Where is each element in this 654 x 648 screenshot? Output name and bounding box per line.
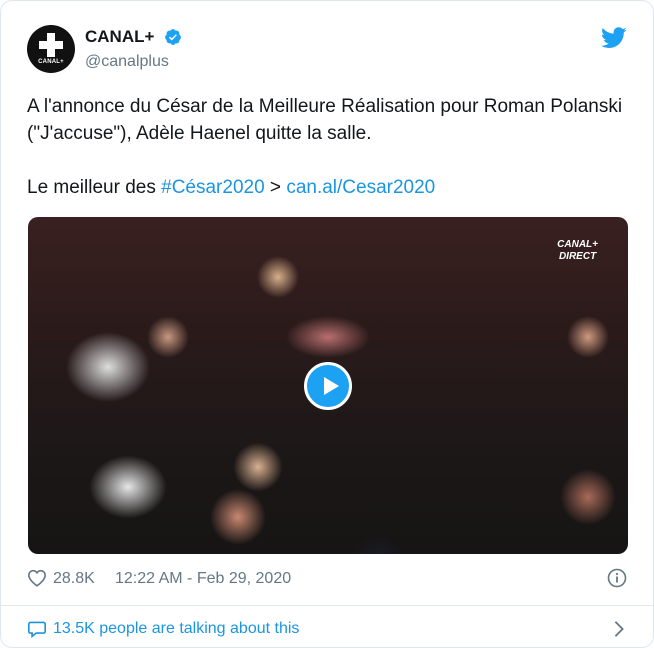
play-icon bbox=[324, 377, 339, 395]
video-player[interactable]: CANAL+ DIRECT bbox=[28, 217, 628, 554]
verified-badge-icon bbox=[165, 29, 181, 45]
heart-icon[interactable] bbox=[27, 569, 47, 587]
avatar[interactable]: CANAL+ bbox=[27, 25, 75, 73]
talking-count[interactable]: 13.5K people are talking about this bbox=[53, 620, 299, 638]
tweet-text: A l'annonce du César de la Meilleure Réa… bbox=[27, 96, 623, 144]
avatar-label: CANAL+ bbox=[38, 59, 64, 65]
canal-plus-logo-bar bbox=[39, 41, 63, 49]
like-count[interactable]: 28.8K bbox=[53, 570, 95, 588]
twitter-bird-icon[interactable] bbox=[601, 27, 627, 49]
tweet-body: A l'annonce du César de la Meilleure Réa… bbox=[27, 93, 627, 201]
chevron-right-icon[interactable] bbox=[613, 620, 625, 638]
timestamp-link[interactable]: 12:22 AM - Feb 29, 2020 bbox=[115, 570, 291, 588]
tweet-text-prefix: Le meilleur des bbox=[27, 177, 162, 198]
info-icon[interactable] bbox=[607, 568, 627, 588]
divider bbox=[1, 605, 653, 606]
channel-watermark: CANAL+ DIRECT bbox=[557, 239, 598, 263]
comment-bubble-icon bbox=[27, 621, 46, 638]
hashtag-link[interactable]: #César2020 bbox=[161, 177, 265, 198]
conversation-link[interactable]: 13.5K people are talking about this bbox=[27, 617, 627, 641]
tweet-meta: 28.8K 12:22 AM - Feb 29, 2020 bbox=[27, 567, 627, 591]
tweet-card: CANAL+ CANAL+ @canalplus A l'annonce du … bbox=[0, 0, 654, 648]
display-name[interactable]: CANAL+ bbox=[85, 27, 154, 47]
tweet-header: CANAL+ CANAL+ @canalplus bbox=[27, 25, 627, 77]
play-button[interactable] bbox=[304, 362, 352, 410]
handle[interactable]: @canalplus bbox=[85, 53, 182, 71]
watermark-line1: CANAL+ bbox=[557, 239, 598, 250]
url-link[interactable]: can.al/Cesar2020 bbox=[286, 177, 435, 198]
watermark-line2: DIRECT bbox=[558, 251, 597, 262]
arrow-text: > bbox=[264, 177, 287, 198]
author-names: CANAL+ @canalplus bbox=[85, 27, 182, 71]
tweet-links-line: Le meilleur des #César2020 > can.al/Cesa… bbox=[27, 174, 627, 201]
